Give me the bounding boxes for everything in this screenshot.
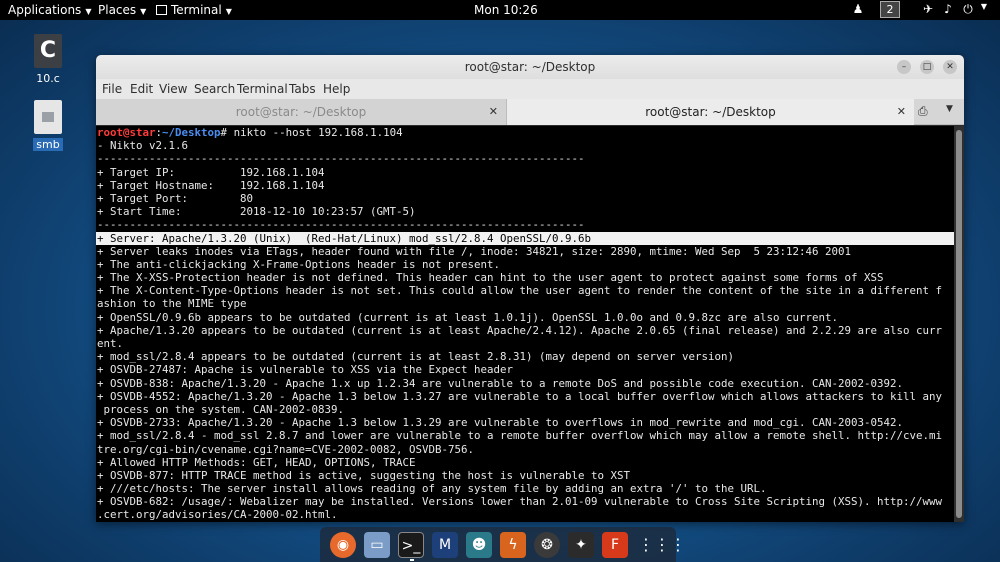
- maximize-button[interactable]: □: [920, 60, 934, 74]
- terminal-line: + The X-XSS-Protection header is not def…: [97, 271, 884, 285]
- chevron-down-icon: ▼: [85, 7, 92, 16]
- terminal-line: + OSVDB-4552: Apache/1.3.20 - Apache 1.3…: [97, 389, 943, 403]
- terminal-line: + Target Hostname: 192.168.1.104: [97, 178, 325, 192]
- prompt-line: root@star:~/Desktop# nikto --host 192.16…: [96, 126, 954, 139]
- terminal-line: process on the system. CAN-2002-0839.: [97, 402, 345, 416]
- terminal-line: + OSVDB-27487: Apache is vulnerable to X…: [97, 363, 514, 377]
- beef-icon[interactable]: ✦: [568, 532, 594, 558]
- terminal-line: + mod_ssl/2.8.4 - mod_ssl 2.8.7 and lowe…: [97, 429, 943, 443]
- window-title: root@star: ~/Desktop: [464, 60, 596, 74]
- terminal-line: + Apache/1.3.20 appears to be outdated (…: [97, 323, 943, 337]
- menu-help[interactable]: Help: [323, 82, 350, 96]
- maltego-icon[interactable]: ❂: [534, 532, 560, 558]
- terminal-icon[interactable]: >_: [398, 532, 424, 561]
- terminal-line: + ///etc/hosts: The server install allow…: [97, 482, 767, 496]
- terminal-line: + OSVDB-2733: Apache/1.3.20 - Apache 1.3…: [97, 416, 904, 430]
- menu-edit[interactable]: Edit: [130, 82, 153, 96]
- desktop-file-smb[interactable]: smb: [23, 100, 73, 151]
- metasploit-icon[interactable]: M: [432, 532, 458, 558]
- chevron-down-icon: ▼: [225, 7, 232, 16]
- terminal-line: + Allowed HTTP Methods: GET, HEAD, OPTIO…: [97, 455, 416, 469]
- terminal-line: ent.: [97, 337, 124, 350]
- terminal-line: + OSVDB-838: Apache/1.3.20 - Apache 1.x …: [97, 376, 904, 390]
- volume-icon[interactable]: ♪: [940, 2, 956, 18]
- power-icon[interactable]: ⏻: [960, 2, 976, 18]
- tab-label: root@star: ~/Desktop: [235, 105, 367, 119]
- terminal-small-icon: [156, 5, 167, 15]
- prompt-user: root@star: [97, 126, 156, 139]
- terminal-line: + OpenSSL/0.9.6b appears to be outdated …: [97, 310, 839, 324]
- minimize-button[interactable]: –: [897, 60, 911, 74]
- applications-menu[interactable]: Applications ▼: [8, 3, 91, 17]
- close-icon[interactable]: ✕: [489, 99, 498, 125]
- show-apps-icon[interactable]: ⋮⋮⋮: [638, 532, 686, 558]
- app-menu[interactable]: Terminal ▼: [156, 3, 232, 17]
- chevron-down-icon[interactable]: ▼: [976, 2, 992, 18]
- terminal-line: + OSVDB-877: HTTP TRACE method is active…: [97, 468, 631, 482]
- tab-label: root@star: ~/Desktop: [645, 105, 776, 119]
- terminal-window: root@star: ~/Desktop – □ ✕ File Edit Vie…: [96, 55, 964, 522]
- terminal-line: + Start Time: 2018-12-10 10:23:57 (GMT-5…: [97, 205, 416, 219]
- scrollbar[interactable]: [954, 126, 964, 522]
- terminal-line: ----------------------------------------…: [97, 152, 585, 166]
- app-menu-label: Terminal: [171, 3, 222, 17]
- desktop-file-10c[interactable]: C 10.c: [23, 34, 73, 85]
- desktop-file-label: smb: [33, 138, 63, 151]
- terminal-line: + The X-Content-Type-Options header is n…: [97, 284, 943, 298]
- file-icon: [34, 100, 62, 134]
- terminal-line: + mod_ssl/2.8.4 appears to be outdated (…: [97, 350, 735, 364]
- menu-terminal[interactable]: Terminal: [237, 82, 288, 96]
- files-icon[interactable]: ▭: [364, 532, 390, 558]
- terminal-line: + Target IP: 192.168.1.104: [97, 165, 325, 179]
- terminal-line: - Nikto v2.1.6: [97, 139, 189, 153]
- menu-tabs[interactable]: Tabs: [289, 82, 316, 96]
- terminal-line: ashion to the MIME type: [97, 297, 247, 311]
- top-panel: Applications ▼ Places ▼ Terminal ▼ Mon 10:2…: [0, 0, 1000, 20]
- terminal-line: .cert.org/advisories/CA-2000-02.html.: [97, 508, 338, 522]
- dash-dock: ◉ ▭ >_ M ☻ ϟ ❂ ✦ F ⋮⋮⋮: [320, 527, 686, 562]
- terminal-line: + The anti-clickjacking X-Frame-Options …: [97, 257, 501, 271]
- scrollbar-thumb[interactable]: [956, 130, 962, 518]
- terminal-line: ----------------------------------------…: [97, 218, 585, 232]
- menu-file[interactable]: File: [102, 82, 122, 96]
- terminal-line: + Server leaks inodes via ETags, header …: [97, 244, 852, 258]
- terminal-line: tre.org/cgi-bin/cvename.cgi?name=CVE-200…: [97, 442, 475, 456]
- places-label: Places: [98, 3, 137, 17]
- new-tab-icon[interactable]: ⎙: [918, 104, 928, 119]
- applications-label: Applications: [8, 3, 82, 17]
- terminal-line: + OSVDB-682: /usage/: Webalizer may be i…: [97, 495, 943, 509]
- prompt-directory: ~/Desktop: [162, 126, 221, 139]
- firefox-icon[interactable]: ◉: [330, 532, 356, 558]
- close-button[interactable]: ✕: [943, 60, 957, 74]
- terminal-output[interactable]: root@star:~/Desktop# nikto --host 192.16…: [96, 126, 954, 522]
- workspace-indicator[interactable]: 2: [880, 1, 900, 18]
- tab-active[interactable]: root@star: ~/Desktop ✕: [506, 99, 914, 125]
- burpsuite-icon[interactable]: ϟ: [500, 532, 526, 558]
- faraday-icon[interactable]: F: [602, 532, 628, 558]
- people-icon[interactable]: ♟: [850, 2, 866, 18]
- clock[interactable]: Mon 10:26: [474, 3, 538, 17]
- c-file-icon: C: [34, 34, 62, 68]
- terminal-lines: root@star:~/Desktop# nikto --host 192.16…: [96, 126, 954, 522]
- tab-inactive[interactable]: root@star: ~/Desktop ✕: [96, 99, 506, 125]
- desktop-file-label: 10.c: [36, 72, 60, 85]
- chevron-down-icon: ▼: [140, 7, 147, 16]
- places-menu[interactable]: Places ▼: [98, 3, 146, 17]
- window-titlebar[interactable]: root@star: ~/Desktop – □ ✕: [96, 55, 964, 79]
- chevron-down-icon[interactable]: ▼: [946, 104, 953, 114]
- close-icon[interactable]: ✕: [897, 99, 906, 125]
- tab-bar: root@star: ~/Desktop ✕ root@star: ~/Desk…: [96, 99, 964, 125]
- menu-search[interactable]: Search: [194, 82, 235, 96]
- armitage-icon[interactable]: ☻: [466, 532, 492, 558]
- menu-view[interactable]: View: [159, 82, 187, 96]
- terminal-line-selected: + Server: Apache/1.3.20 (Unix) (Red-Hat/…: [96, 231, 954, 245]
- network-icon[interactable]: ✈: [920, 2, 936, 18]
- terminal-line: + Target Port: 80: [97, 191, 254, 205]
- menu-bar: File Edit View Search Terminal Tabs Help: [96, 79, 964, 99]
- command-text: nikto --host 192.168.1.104: [227, 126, 403, 139]
